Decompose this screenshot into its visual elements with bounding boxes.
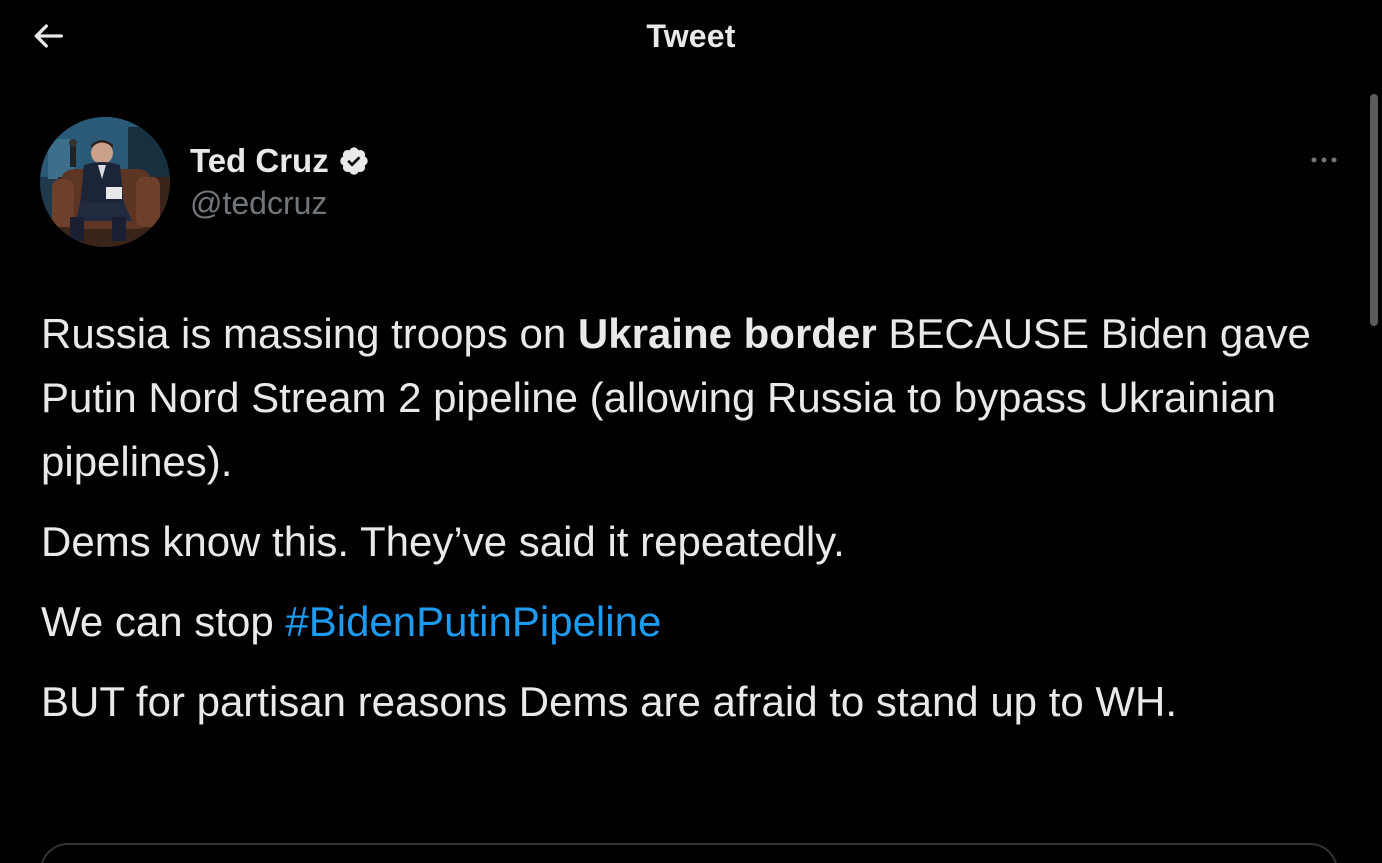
tweet-paragraph-1: Russia is massing troops on Ukraine bord… bbox=[41, 302, 1341, 494]
tweet-text: Russia is massing troops on Ukraine bord… bbox=[41, 302, 1341, 750]
tweet-paragraph-3: We can stop #BidenPutinPipeline bbox=[41, 590, 1341, 654]
author-info: Ted Cruz @tedcruz bbox=[190, 141, 370, 222]
tweet-paragraph-2: Dems know this. They’ve said it repeated… bbox=[41, 518, 845, 565]
more-horizontal-icon bbox=[1311, 157, 1337, 163]
scrollbar[interactable] bbox=[1370, 94, 1378, 326]
author-handle[interactable]: @tedcruz bbox=[190, 185, 370, 222]
more-options-button[interactable] bbox=[1302, 140, 1346, 180]
tweet-text-segment: Russia is massing troops on bbox=[41, 310, 578, 357]
tweet-text-segment: We can stop bbox=[41, 598, 286, 645]
tweet-paragraph-4: BUT for partisan reasons Dems are afraid… bbox=[41, 678, 1178, 725]
top-bar: Tweet bbox=[0, 0, 1382, 74]
hashtag-link[interactable]: #BidenPutinPipeline bbox=[285, 598, 661, 645]
verified-badge-icon bbox=[340, 147, 368, 175]
page-title: Tweet bbox=[646, 18, 736, 54]
tweet-bold-text: Ukraine border bbox=[577, 310, 877, 357]
author-name-row: Ted Cruz bbox=[190, 141, 370, 181]
embedded-card[interactable] bbox=[40, 843, 1338, 863]
avatar[interactable] bbox=[40, 117, 170, 247]
author-name[interactable]: Ted Cruz bbox=[190, 142, 329, 180]
